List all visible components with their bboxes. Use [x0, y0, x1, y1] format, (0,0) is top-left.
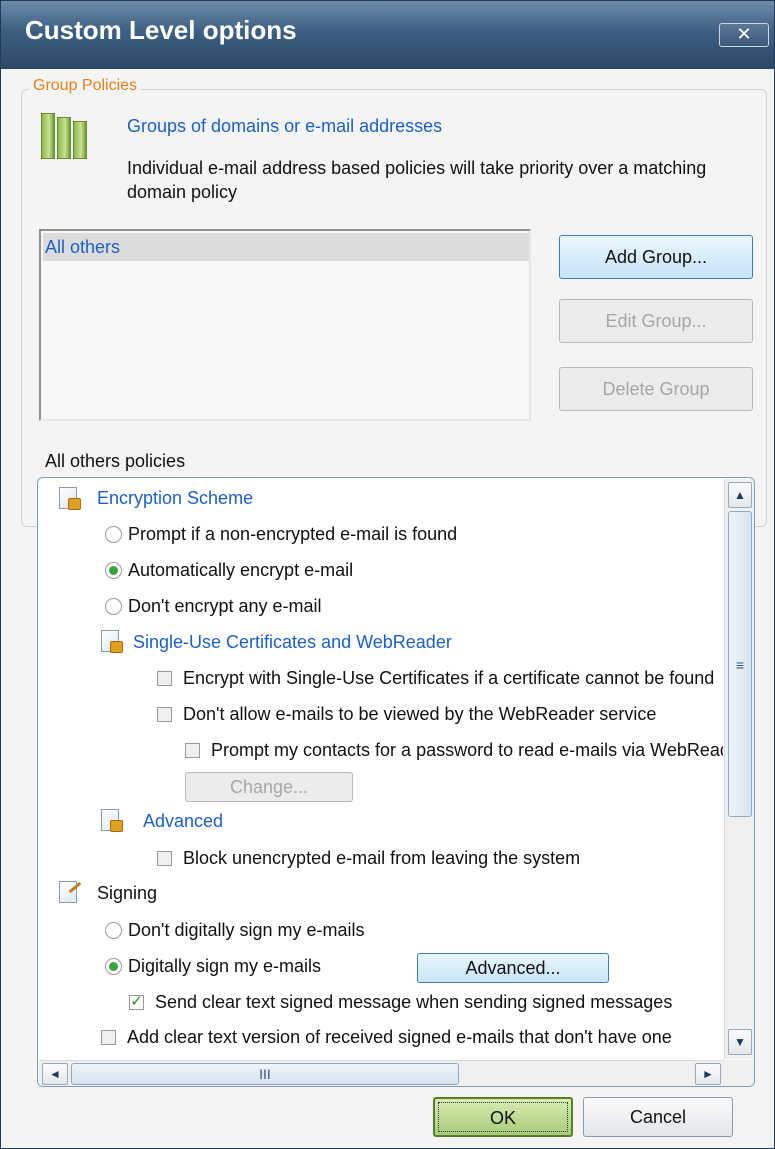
encryption-scheme-node[interactable]: Encryption Scheme [97, 488, 253, 509]
checkbox-encrypt-single-use[interactable] [157, 671, 172, 686]
change-button[interactable]: Change... [185, 772, 353, 802]
document-lock-icon [101, 809, 123, 832]
radio-auto-encrypt-label[interactable]: Automatically encrypt e-mail [128, 560, 353, 581]
grip-icon: III [259, 1066, 271, 1082]
checkbox-clear-text-signed[interactable]: ✓ [129, 994, 144, 1010]
scroll-left-button[interactable]: ◄ [42, 1063, 68, 1085]
dialog-body: Group Policies Groups of domains or e-ma… [7, 69, 769, 1143]
radio-digitally-sign-label[interactable]: Digitally sign my e-mails [128, 956, 321, 977]
single-use-node[interactable]: Single-Use Certificates and WebReader [133, 632, 452, 653]
radio-digitally-sign[interactable] [105, 958, 122, 975]
checkbox-block-unencrypted-label[interactable]: Block unencrypted e-mail from leaving th… [183, 848, 580, 869]
arrow-up-icon: ▲ [734, 488, 746, 502]
scroll-right-button[interactable]: ► [695, 1063, 721, 1085]
radio-dont-sign-label[interactable]: Don't digitally sign my e-mails [128, 920, 365, 941]
radio-prompt-label[interactable]: Prompt if a non-encrypted e-mail is foun… [128, 524, 457, 545]
add-group-button[interactable]: Add Group... [559, 235, 753, 279]
group-policies-description: Individual e-mail address based policies… [127, 158, 707, 202]
scroll-corner [724, 1060, 754, 1086]
horizontal-scrollbar[interactable]: ◄ III ► [39, 1060, 724, 1086]
document-lock-icon [59, 487, 81, 510]
signing-advanced-button[interactable]: Advanced... [417, 953, 609, 983]
radio-dont-encrypt-label[interactable]: Don't encrypt any e-mail [128, 596, 322, 617]
policies-label: All others policies [45, 451, 186, 471]
radio-prompt-non-encrypted[interactable] [105, 526, 122, 543]
document-sign-icon [59, 881, 82, 903]
title-bar[interactable]: Custom Level options ✕ [1, 1, 774, 69]
checkbox-encrypt-single-use-label[interactable]: Encrypt with Single-Use Certificates if … [183, 668, 714, 689]
radio-dont-encrypt[interactable] [105, 598, 122, 615]
radio-auto-encrypt[interactable] [105, 562, 122, 579]
cancel-button[interactable]: Cancel [583, 1097, 733, 1137]
edit-group-button[interactable]: Edit Group... [559, 299, 753, 343]
signing-node[interactable]: Signing [97, 883, 157, 904]
vertical-scroll-thumb[interactable]: ≡ [728, 511, 752, 817]
horizontal-scroll-thumb[interactable]: III [71, 1063, 459, 1085]
window-title: Custom Level options [25, 15, 297, 45]
checkbox-add-clear-text[interactable] [101, 1030, 116, 1045]
radio-dont-sign[interactable] [105, 922, 122, 939]
checkbox-disallow-webreader-label[interactable]: Don't allow e-mails to be viewed by the … [183, 704, 656, 725]
dialog-window: Custom Level options ✕ Group Policies Gr… [0, 0, 775, 1149]
scroll-down-button[interactable]: ▼ [728, 1029, 752, 1055]
document-lock-icon [101, 630, 123, 653]
checkbox-prompt-password[interactable] [185, 743, 200, 758]
checkbox-prompt-password-label[interactable]: Prompt my contacts for a password to rea… [211, 740, 723, 761]
list-item[interactable]: All others [43, 233, 529, 261]
group-policies-legend: Group Policies [29, 77, 142, 95]
checkbox-block-unencrypted[interactable] [157, 851, 172, 866]
checkbox-add-clear-text-label[interactable]: Add clear text version of received signe… [127, 1027, 672, 1048]
checkbox-disallow-webreader[interactable] [157, 707, 172, 722]
delete-group-button[interactable]: Delete Group [559, 367, 753, 411]
close-button[interactable]: ✕ [719, 23, 769, 47]
ok-button[interactable]: OK [433, 1097, 573, 1137]
group-list[interactable]: All others [39, 229, 531, 421]
policy-tree[interactable]: Encryption Scheme Prompt if a non-encryp… [37, 477, 755, 1087]
arrow-left-icon: ◄ [49, 1067, 61, 1081]
checkbox-clear-text-signed-label[interactable]: Send clear text signed message when send… [155, 992, 672, 1013]
grip-icon: ≡ [735, 657, 745, 673]
arrow-down-icon: ▼ [734, 1035, 746, 1049]
close-icon: ✕ [736, 24, 752, 44]
policy-tree-content: Encryption Scheme Prompt if a non-encryp… [39, 479, 723, 1059]
arrow-right-icon: ► [702, 1067, 714, 1081]
group-policies-heading: Groups of domains or e-mail addresses [127, 116, 443, 136]
advanced-node[interactable]: Advanced [143, 811, 223, 832]
vertical-scrollbar[interactable]: ▲ ≡ ▼ [724, 479, 754, 1059]
server-group-icon [41, 113, 101, 161]
scroll-up-button[interactable]: ▲ [728, 482, 752, 508]
